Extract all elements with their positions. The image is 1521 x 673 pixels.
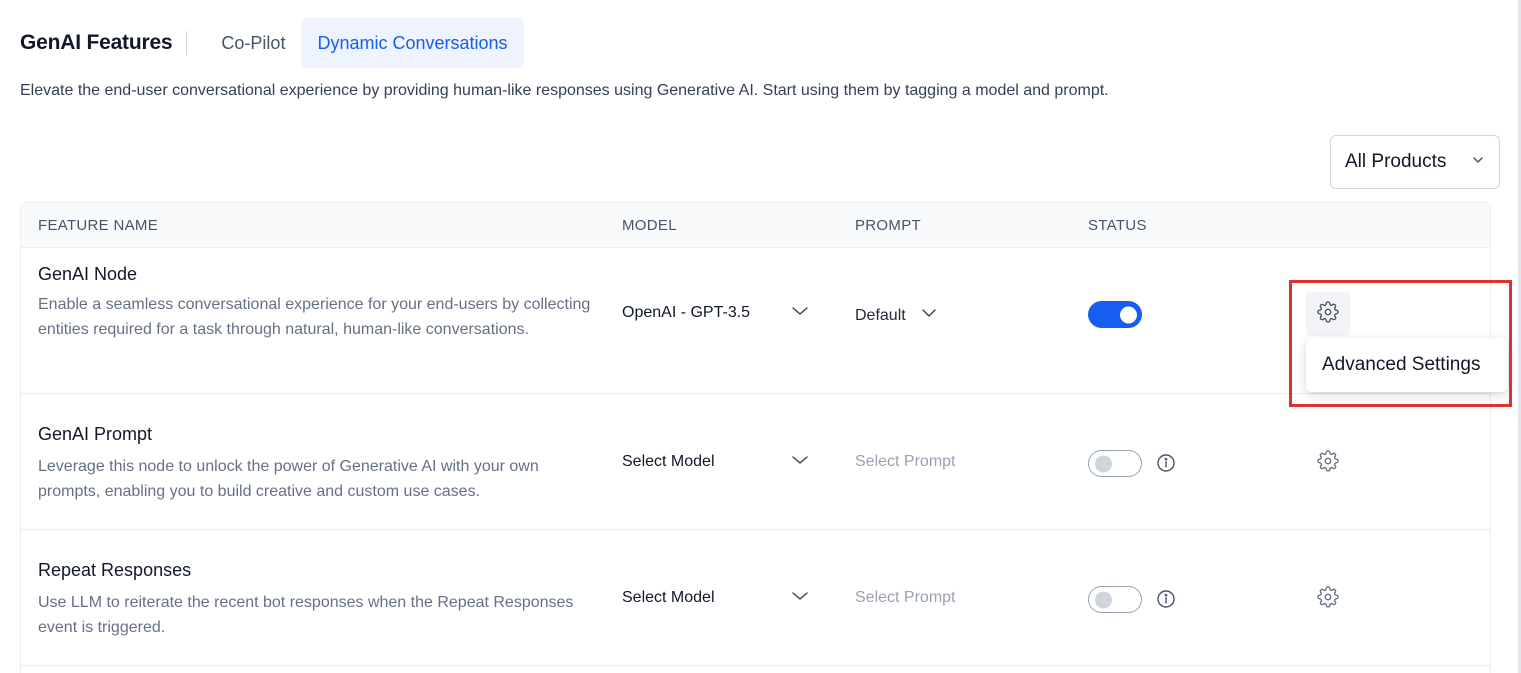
model-dropdown[interactable]: Select Model [622,453,812,471]
model-value: Select Model [622,589,715,606]
table-row: GenAI Prompt Leverage this node to unloc… [21,394,1490,530]
info-icon[interactable] [1156,453,1176,473]
chevron-down-icon [790,301,810,326]
table-row: Repeat Responses Use LLM to reiterate th… [21,530,1490,666]
advanced-settings-button[interactable] [1306,441,1350,485]
status-toggle[interactable] [1088,586,1142,613]
product-filter-value: All Products [1345,151,1447,172]
column-header-prompt: PROMPT [855,217,921,234]
info-icon[interactable] [1156,589,1176,609]
gear-icon [1317,300,1339,328]
chevron-down-icon [790,450,810,475]
tab-dynamic-conversations[interactable]: Dynamic Conversations [301,18,524,68]
feature-name: GenAI Prompt [38,424,153,444]
gear-icon [1317,585,1339,613]
tab-co-pilot[interactable]: Co-Pilot [205,18,301,68]
prompt-value: Select Prompt [855,589,956,606]
title-divider [186,31,188,55]
prompt-value: Default [855,306,906,324]
model-dropdown[interactable]: Select Model [622,589,812,607]
model-dropdown[interactable]: OpenAI - GPT-3.5 [622,304,812,322]
column-header-status: STATUS [1088,217,1147,234]
feature-name: Repeat Responses [38,560,192,580]
prompt-dropdown[interactable]: Default [855,304,938,327]
product-filter-dropdown[interactable]: All Products [1330,135,1500,189]
gear-icon [1317,449,1339,477]
chevron-down-icon [1471,151,1485,173]
toggle-knob [1095,591,1112,608]
features-table: FEATURE NAME MODEL PROMPT STATUS GenAI N… [20,202,1491,673]
prompt-dropdown[interactable]: Select Prompt [855,589,955,607]
prompt-dropdown[interactable]: Select Prompt [855,453,955,471]
column-header-model: MODEL [622,217,677,234]
feature-description: Use LLM to reiterate the recent bot resp… [38,594,574,636]
model-value: OpenAI - GPT-3.5 [622,304,751,321]
chevron-down-icon [920,304,938,327]
advanced-settings-tooltip: Advanced Settings [1306,338,1508,392]
advanced-settings-button[interactable] [1306,292,1350,336]
page-header: GenAI Features Co-Pilot Dynamic Conversa… [20,18,524,68]
status-toggle[interactable] [1088,301,1142,328]
page-description: Elevate the end-user conversational expe… [20,82,1109,99]
chevron-down-icon [790,586,810,611]
table-row: GenAI Node Enable a seamless conversatio… [21,248,1490,394]
page-title: GenAI Features [20,31,173,54]
advanced-settings-button[interactable] [1306,577,1350,621]
column-header-feature-name: FEATURE NAME [38,217,158,234]
feature-description: Enable a seamless conversational experie… [38,296,591,338]
toggle-knob [1095,455,1112,472]
model-value: Select Model [622,453,715,470]
table-header: FEATURE NAME MODEL PROMPT STATUS [21,203,1490,248]
feature-description: Leverage this node to unlock the power o… [38,458,539,500]
feature-name: GenAI Node [38,264,138,284]
toggle-knob [1120,306,1137,323]
prompt-value: Select Prompt [855,453,956,470]
status-toggle[interactable] [1088,450,1142,477]
